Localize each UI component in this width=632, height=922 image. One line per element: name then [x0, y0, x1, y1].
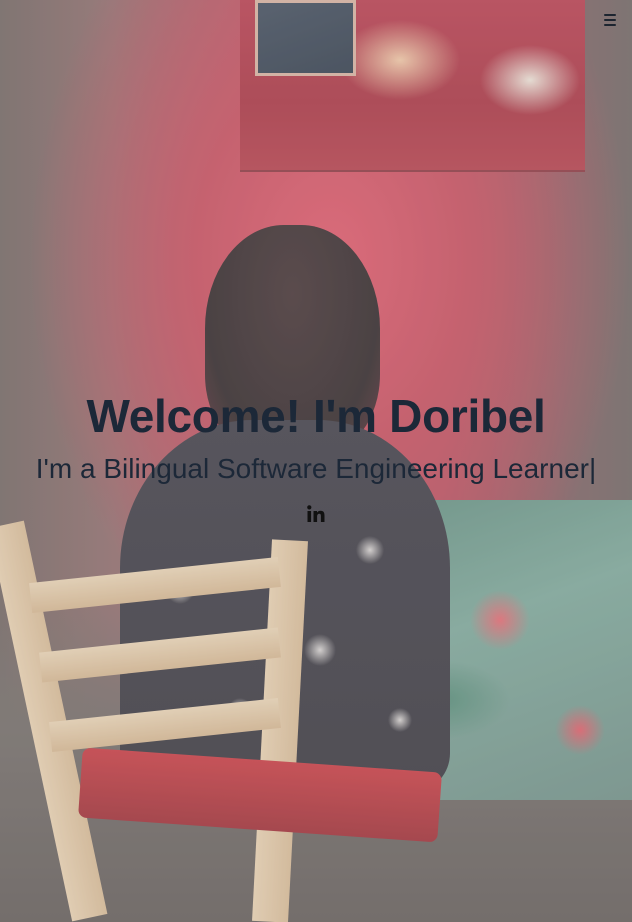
hero-title: Welcome! I'm Doribel — [86, 390, 546, 442]
hamburger-menu-icon — [604, 14, 616, 16]
linkedin-link[interactable] — [305, 503, 327, 525]
linkedin-icon — [307, 505, 325, 522]
hero-content: Welcome! I'm Doribel I'm a Bilingual Sof… — [0, 385, 632, 525]
social-links — [0, 503, 632, 525]
hero-subtitle: I'm a Bilingual Software Engineering Lea… — [35, 453, 597, 484]
hero-section: Welcome! I'm Doribel I'm a Bilingual Sof… — [0, 0, 632, 922]
menu-toggle-button[interactable] — [604, 12, 620, 28]
